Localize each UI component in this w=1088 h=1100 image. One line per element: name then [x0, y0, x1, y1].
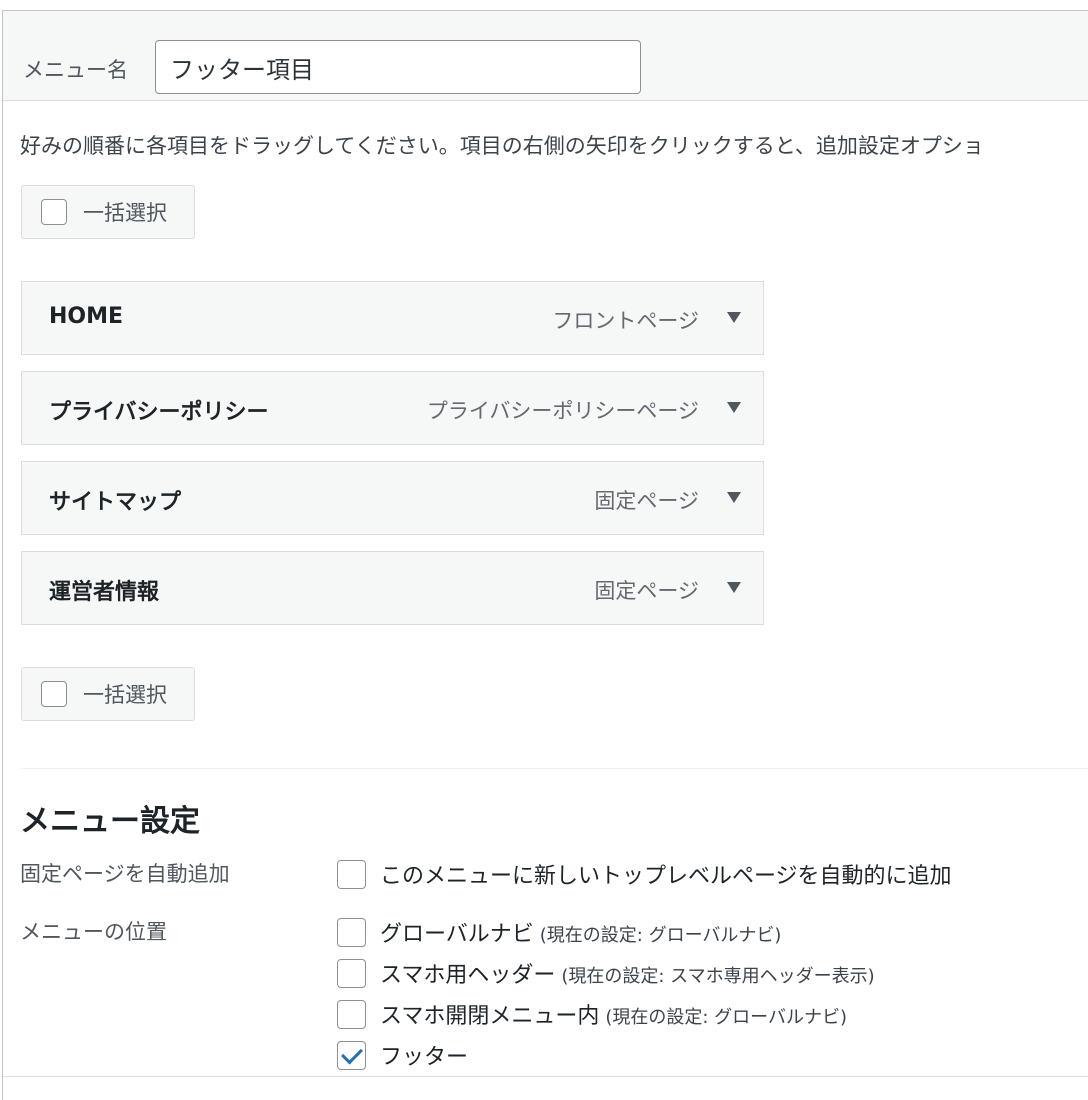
location-option-label: グローバルナビ (現在の設定: グローバルナビ): [380, 916, 781, 948]
location-option-label: フッター: [380, 1039, 468, 1071]
menu-item-privacy-policy[interactable]: プライバシーポリシー プライバシーポリシーページ: [21, 371, 764, 445]
location-option-global-nav[interactable]: グローバルナビ (現在の設定: グローバルナビ): [337, 916, 781, 948]
bulk-select-label: 一括選択: [83, 201, 167, 225]
drag-instructions: 好みの順番に各項目をドラッグしてください。項目の右側の矢印をクリックすると、追加…: [20, 134, 984, 158]
location-note: (現在の設定: スマホ専用ヘッダー表示): [561, 966, 875, 987]
section-divider: [21, 768, 1088, 769]
menu-item-type: プライバシーポリシーページ: [426, 399, 699, 423]
menu-item-operator-info[interactable]: 運営者情報 固定ページ: [21, 551, 764, 625]
bulk-select-bottom[interactable]: 一括選択: [21, 667, 195, 721]
menu-item-type: フロントページ: [552, 309, 699, 333]
triangle-down-icon[interactable]: [727, 492, 741, 503]
menu-item-sitemap[interactable]: サイトマップ 固定ページ: [21, 461, 764, 535]
location-option-label: スマホ開閉メニュー内 (現在の設定: グローバルナビ): [380, 998, 847, 1030]
menu-header: メニュー名: [3, 11, 1088, 101]
location-name: スマホ用ヘッダー: [380, 963, 556, 988]
auto-add-label: 固定ページを自動追加: [20, 862, 230, 886]
triangle-down-icon[interactable]: [727, 312, 741, 323]
menu-item-title: HOME: [49, 304, 124, 329]
menu-item-title: サイトマップ: [49, 490, 182, 515]
location-name: フッター: [380, 1045, 469, 1070]
menu-settings-heading: メニュー設定: [20, 804, 200, 839]
menu-item-type: 固定ページ: [594, 489, 699, 513]
checkmark-icon: [340, 1042, 363, 1064]
triangle-down-icon[interactable]: [727, 402, 741, 413]
menu-name-input[interactable]: [155, 40, 641, 94]
menu-item-type: 固定ページ: [594, 579, 699, 603]
section-bottom-border: [3, 1076, 1088, 1077]
location-checkbox[interactable]: [337, 958, 366, 988]
menu-name-label: メニュー名: [23, 58, 128, 82]
location-checkbox[interactable]: [337, 917, 366, 947]
bulk-select-top[interactable]: 一括選択: [21, 185, 195, 239]
menu-item-home[interactable]: HOME フロントページ: [21, 281, 764, 355]
location-checkbox[interactable]: [337, 1040, 366, 1070]
menu-item-title: プライバシーポリシー: [49, 400, 269, 425]
auto-add-option[interactable]: このメニューに新しいトップレベルページを自動的に追加: [337, 858, 952, 890]
location-note: (現在の設定: グローバルナビ): [605, 1007, 847, 1028]
auto-add-option-label: このメニューに新しいトップレベルページを自動的に追加: [380, 864, 952, 889]
menu-location-label: メニューの位置: [20, 920, 167, 944]
location-name: スマホ開閉メニュー内: [380, 1004, 600, 1029]
location-checkbox[interactable]: [337, 999, 366, 1029]
location-note: (現在の設定: グローバルナビ): [539, 925, 782, 946]
bulk-select-label: 一括選択: [83, 683, 167, 707]
location-option-mobile-header[interactable]: スマホ用ヘッダー (現在の設定: スマホ専用ヘッダー表示): [337, 957, 875, 989]
location-option-mobile-drawer[interactable]: スマホ開閉メニュー内 (現在の設定: グローバルナビ): [337, 998, 847, 1030]
triangle-down-icon[interactable]: [727, 582, 741, 593]
location-name: グローバルナビ: [380, 922, 534, 947]
location-option-label: スマホ用ヘッダー (現在の設定: スマホ専用ヘッダー表示): [380, 957, 875, 989]
bulk-select-checkbox[interactable]: [41, 681, 67, 707]
menu-item-title: 運営者情報: [49, 580, 160, 605]
location-option-footer[interactable]: フッター: [337, 1039, 468, 1071]
auto-add-checkbox[interactable]: [337, 859, 366, 889]
bulk-select-checkbox[interactable]: [41, 199, 67, 225]
